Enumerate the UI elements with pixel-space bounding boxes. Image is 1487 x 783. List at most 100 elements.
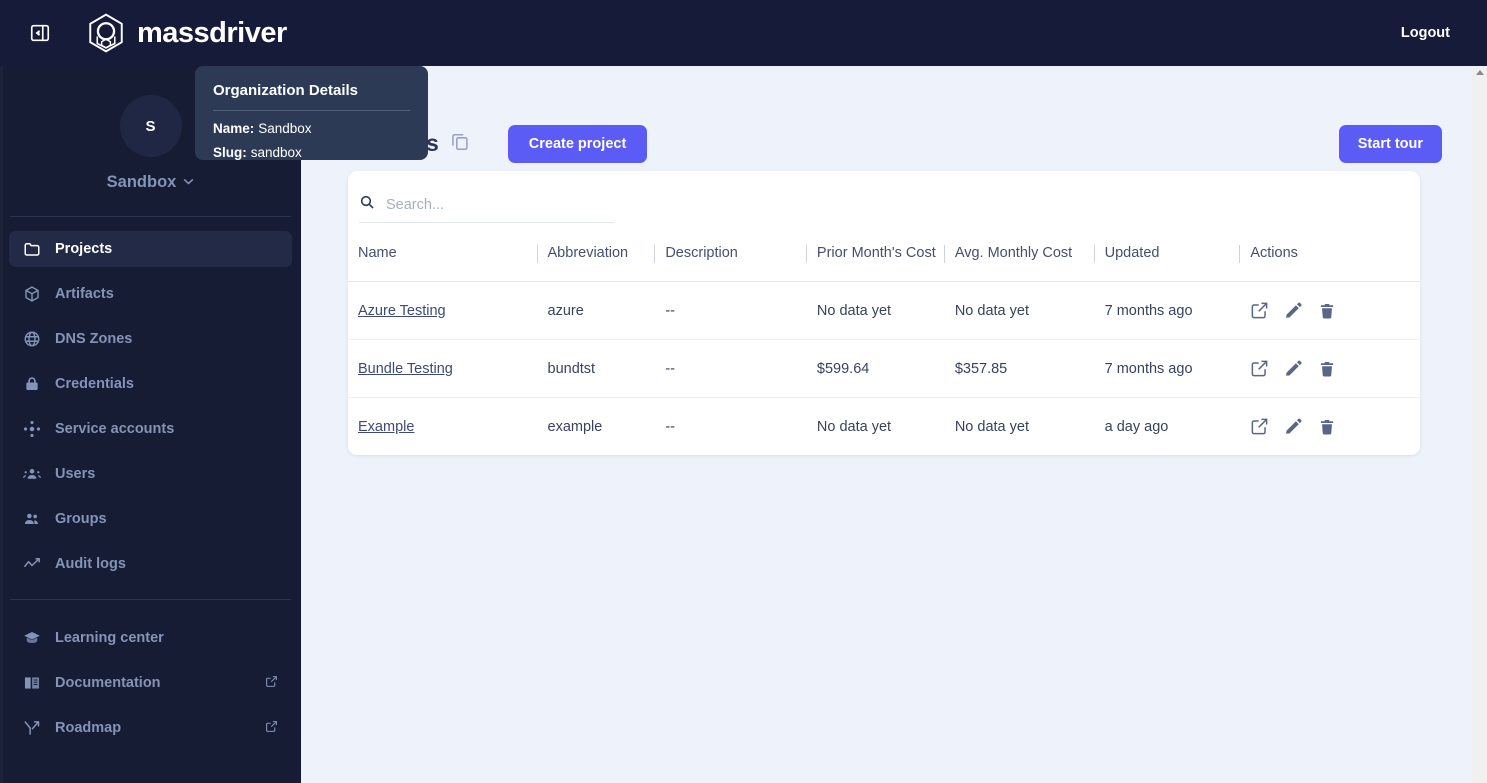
tooltip-title: Organization Details <box>213 82 410 99</box>
column-header-description[interactable]: Description <box>665 223 817 282</box>
vertical-scrollbar[interactable] <box>1472 66 1487 783</box>
open-external-icon[interactable] <box>1250 301 1269 320</box>
sidebar-divider-bottom <box>10 599 291 600</box>
brand-name: massdriver <box>137 17 287 50</box>
table-header: Name Abbreviation Description Prior Mont… <box>348 223 1420 282</box>
row-actions <box>1250 417 1400 436</box>
sidebar-item-label: Artifacts <box>55 286 114 302</box>
cell-description: -- <box>665 398 817 456</box>
sidebar-item-documentation[interactable]: Documentation <box>9 665 292 701</box>
pencil-edit-icon[interactable] <box>1284 301 1303 320</box>
sidebar-item-label: Audit logs <box>55 556 126 572</box>
sidebar-item-projects[interactable]: Projects <box>9 231 292 267</box>
sidebar-footer-nav: Learning center Documentation Roadmap <box>0 620 301 746</box>
tooltip-name-label: Name: <box>213 121 254 136</box>
sidebar-item-label: DNS Zones <box>55 331 132 347</box>
scroll-up-arrow-icon[interactable] <box>1476 70 1484 75</box>
column-header-abbreviation[interactable]: Abbreviation <box>548 223 666 282</box>
column-header-spacer <box>1400 223 1420 282</box>
table-body: Azure Testing azure -- No data yet No da… <box>348 282 1420 456</box>
tooltip-divider <box>213 110 410 111</box>
project-name-link[interactable]: Azure Testing <box>358 303 446 319</box>
lock-icon <box>23 375 41 393</box>
cell-updated: a day ago <box>1105 398 1251 456</box>
search-input[interactable] <box>386 197 614 213</box>
open-external-icon[interactable] <box>1250 417 1269 436</box>
column-header-name[interactable]: Name <box>348 223 548 282</box>
sidebar: S Sandbox Projects Artifacts DNS Zo <box>0 66 301 783</box>
create-project-button[interactable]: Create project <box>508 125 648 163</box>
column-header-updated[interactable]: Updated <box>1105 223 1251 282</box>
tooltip-name-value: Sandbox <box>258 121 311 136</box>
brand-logo[interactable]: massdriver <box>85 12 287 54</box>
cell-avg-monthly-cost: $357.85 <box>955 340 1105 398</box>
pencil-edit-icon[interactable] <box>1284 359 1303 378</box>
activity-line-icon <box>23 555 41 573</box>
sidebar-item-label: Roadmap <box>55 720 121 736</box>
nodes-icon <box>23 420 41 438</box>
massdriver-hex-nut-icon <box>85 12 127 54</box>
start-tour-button[interactable]: Start tour <box>1339 125 1442 163</box>
cell-abbreviation: bundtst <box>548 340 666 398</box>
column-header-avg-monthly-cost[interactable]: Avg. Monthly Cost <box>955 223 1105 282</box>
users-icon <box>23 465 41 483</box>
main-content: Projects Create project Start tour Name … <box>301 66 1473 783</box>
org-name-row[interactable]: Sandbox <box>107 173 195 192</box>
column-header-actions: Actions <box>1250 223 1400 282</box>
cell-avg-monthly-cost: No data yet <box>955 398 1105 456</box>
cell-prior-month-cost: No data yet <box>817 282 955 340</box>
sidebar-item-label: Learning center <box>55 630 164 646</box>
cell-description: -- <box>665 340 817 398</box>
branch-arrow-icon <box>23 719 41 737</box>
sidebar-item-learning-center[interactable]: Learning center <box>9 620 292 656</box>
open-external-icon[interactable] <box>1250 359 1269 378</box>
trash-delete-icon[interactable] <box>1318 418 1336 436</box>
cell-updated: 7 months ago <box>1105 340 1251 398</box>
cell-abbreviation: azure <box>548 282 666 340</box>
project-name-link[interactable]: Bundle Testing <box>358 361 453 377</box>
trash-delete-icon[interactable] <box>1318 302 1336 320</box>
table-header-row: Name Abbreviation Description Prior Mont… <box>348 223 1420 282</box>
cube-icon <box>23 285 41 303</box>
copy-icon[interactable] <box>449 130 471 157</box>
sidebar-item-groups[interactable]: Groups <box>9 501 292 537</box>
project-name-link[interactable]: Example <box>358 419 414 435</box>
sidebar-item-artifacts[interactable]: Artifacts <box>9 276 292 312</box>
org-avatar[interactable]: S <box>120 95 182 157</box>
org-name-label: Sandbox <box>107 173 177 192</box>
top-bar: massdriver Logout <box>0 0 1487 66</box>
book-icon <box>23 674 41 692</box>
search-bar[interactable] <box>359 194 614 223</box>
tooltip-name-row: Name: Sandbox <box>213 121 410 136</box>
external-link-icon <box>265 720 278 737</box>
sidebar-item-label: Projects <box>55 241 112 257</box>
tooltip-slug-value: sandbox <box>251 145 302 160</box>
sidebar-collapse-button[interactable] <box>24 17 56 49</box>
tooltip-slug-label: Slug: <box>213 145 247 160</box>
sidebar-divider-top <box>10 216 291 217</box>
panel-collapse-icon <box>29 22 51 44</box>
cell-description: -- <box>665 282 817 340</box>
row-actions <box>1250 301 1400 320</box>
sidebar-item-credentials[interactable]: Credentials <box>9 366 292 402</box>
trash-delete-icon[interactable] <box>1318 360 1336 378</box>
sidebar-item-users[interactable]: Users <box>9 456 292 492</box>
sidebar-left-edge <box>0 66 3 783</box>
column-header-prior-month-cost[interactable]: Prior Month's Cost <box>817 223 955 282</box>
page-header: Projects Create project Start tour <box>301 66 1473 171</box>
pencil-edit-icon[interactable] <box>1284 417 1303 436</box>
sidebar-item-dns-zones[interactable]: DNS Zones <box>9 321 292 357</box>
cell-spacer <box>1400 282 1420 340</box>
sidebar-item-label: Users <box>55 466 95 482</box>
organization-details-tooltip: Organization Details Name: Sandbox Slug: s… <box>195 66 428 160</box>
cell-avg-monthly-cost: No data yet <box>955 282 1105 340</box>
sidebar-item-label: Service accounts <box>55 421 174 437</box>
sidebar-item-service-accounts[interactable]: Service accounts <box>9 411 292 447</box>
sidebar-nav: Projects Artifacts DNS Zones Credentials <box>0 231 301 582</box>
graduation-cap-icon <box>23 629 41 647</box>
logout-button[interactable]: Logout <box>1401 25 1450 41</box>
row-actions <box>1250 359 1400 378</box>
table-row: Azure Testing azure -- No data yet No da… <box>348 282 1420 340</box>
sidebar-item-roadmap[interactable]: Roadmap <box>9 710 292 746</box>
sidebar-item-audit-logs[interactable]: Audit logs <box>9 546 292 582</box>
